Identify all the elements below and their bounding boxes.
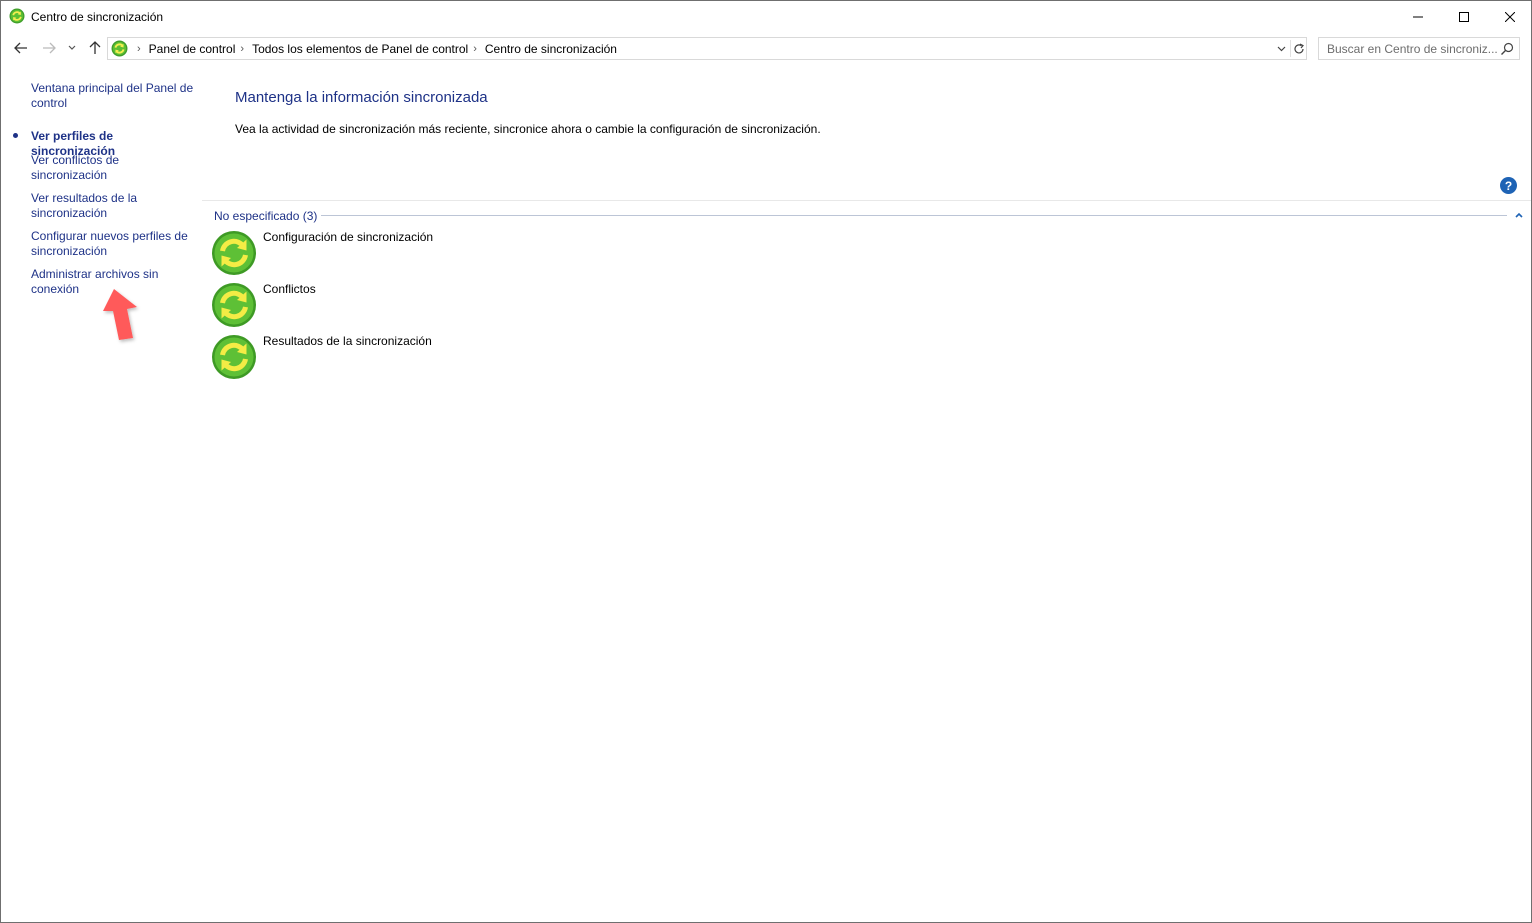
maximize-button[interactable] — [1441, 1, 1487, 32]
sync-center-window: Centro de sincronización › Panel de cont… — [0, 0, 1532, 923]
chevron-right-icon[interactable]: › — [240, 43, 244, 55]
group-header-line — [321, 215, 1507, 216]
sync-item-label: Conflictos — [263, 282, 316, 296]
sidebar-link-control-panel-home[interactable]: Ventana principal del Panel de control — [31, 81, 196, 111]
sync-icon — [212, 335, 256, 379]
sidebar-link-set-up-new-partnerships[interactable]: Configurar nuevos perfiles de sincroniza… — [31, 229, 196, 259]
breadcrumb-item-panel-de-control[interactable]: Panel de control — [149, 42, 236, 56]
sync-center-icon — [9, 8, 25, 24]
sync-center-icon — [111, 40, 128, 57]
sync-item-configuration[interactable]: Configuración de sincronización — [211, 230, 611, 276]
recent-locations-button[interactable] — [64, 38, 80, 58]
tasks-pane: Ventana principal del Panel de control V… — [1, 65, 201, 922]
chevron-right-icon[interactable]: › — [473, 43, 477, 55]
back-button[interactable] — [11, 38, 31, 58]
sync-icon — [212, 231, 256, 275]
search-box[interactable] — [1318, 37, 1520, 60]
address-bar[interactable]: › Panel de control › Todos los elementos… — [107, 37, 1307, 60]
group-header-unspecified[interactable]: No especificado (3) — [214, 209, 317, 223]
sidebar-link-view-sync-conflicts[interactable]: Ver conflictos de sincronización — [31, 153, 196, 183]
arrow-up-icon — [89, 41, 101, 54]
close-icon — [1505, 11, 1515, 22]
page-title: Mantenga la información sincronizada — [235, 89, 488, 106]
help-icon[interactable]: ? — [1500, 177, 1517, 194]
navigation-bar: › Panel de control › Todos los elementos… — [1, 32, 1531, 65]
minimize-button[interactable] — [1395, 1, 1441, 32]
chevron-right-icon[interactable]: › — [137, 43, 141, 55]
refresh-button[interactable] — [1290, 40, 1306, 57]
sync-item-results[interactable]: Resultados de la sincronización — [211, 334, 611, 380]
address-history-button[interactable] — [1274, 41, 1288, 57]
search-icon[interactable] — [1500, 42, 1514, 56]
title-bar: Centro de sincronización — [1, 1, 1531, 32]
forward-button[interactable] — [39, 38, 59, 58]
breadcrumb: › Panel de control › Todos los elementos… — [132, 42, 617, 56]
annotation-arrow — [103, 289, 137, 340]
current-page-bullet — [13, 133, 18, 138]
maximize-icon — [1459, 11, 1469, 22]
chevron-up-icon[interactable] — [1513, 209, 1525, 221]
search-input[interactable] — [1319, 38, 1499, 59]
chevron-down-icon — [1277, 46, 1285, 52]
close-button[interactable] — [1487, 1, 1532, 32]
sidebar-link-view-sync-results[interactable]: Ver resultados de la sincronización — [31, 191, 196, 221]
sync-icon — [212, 283, 256, 327]
sync-item-label: Resultados de la sincronización — [263, 334, 432, 348]
chevron-down-icon — [68, 45, 76, 50]
up-button[interactable] — [85, 38, 105, 58]
arrow-left-icon — [14, 42, 27, 54]
breadcrumb-item-centro-de-sincronizacion[interactable]: Centro de sincronización — [485, 42, 617, 56]
arrow-right-icon — [43, 42, 56, 54]
divider — [202, 200, 1531, 201]
minimize-icon — [1413, 16, 1423, 17]
refresh-icon — [1293, 42, 1304, 53]
page-description: Vea la actividad de sincronización más r… — [235, 122, 821, 136]
sync-item-label: Configuración de sincronización — [263, 230, 434, 244]
sync-item-conflicts[interactable]: Conflictos — [211, 282, 611, 328]
breadcrumb-item-todos-los-elementos[interactable]: Todos los elementos de Panel de control — [252, 42, 468, 56]
window-title: Centro de sincronización — [31, 10, 164, 24]
